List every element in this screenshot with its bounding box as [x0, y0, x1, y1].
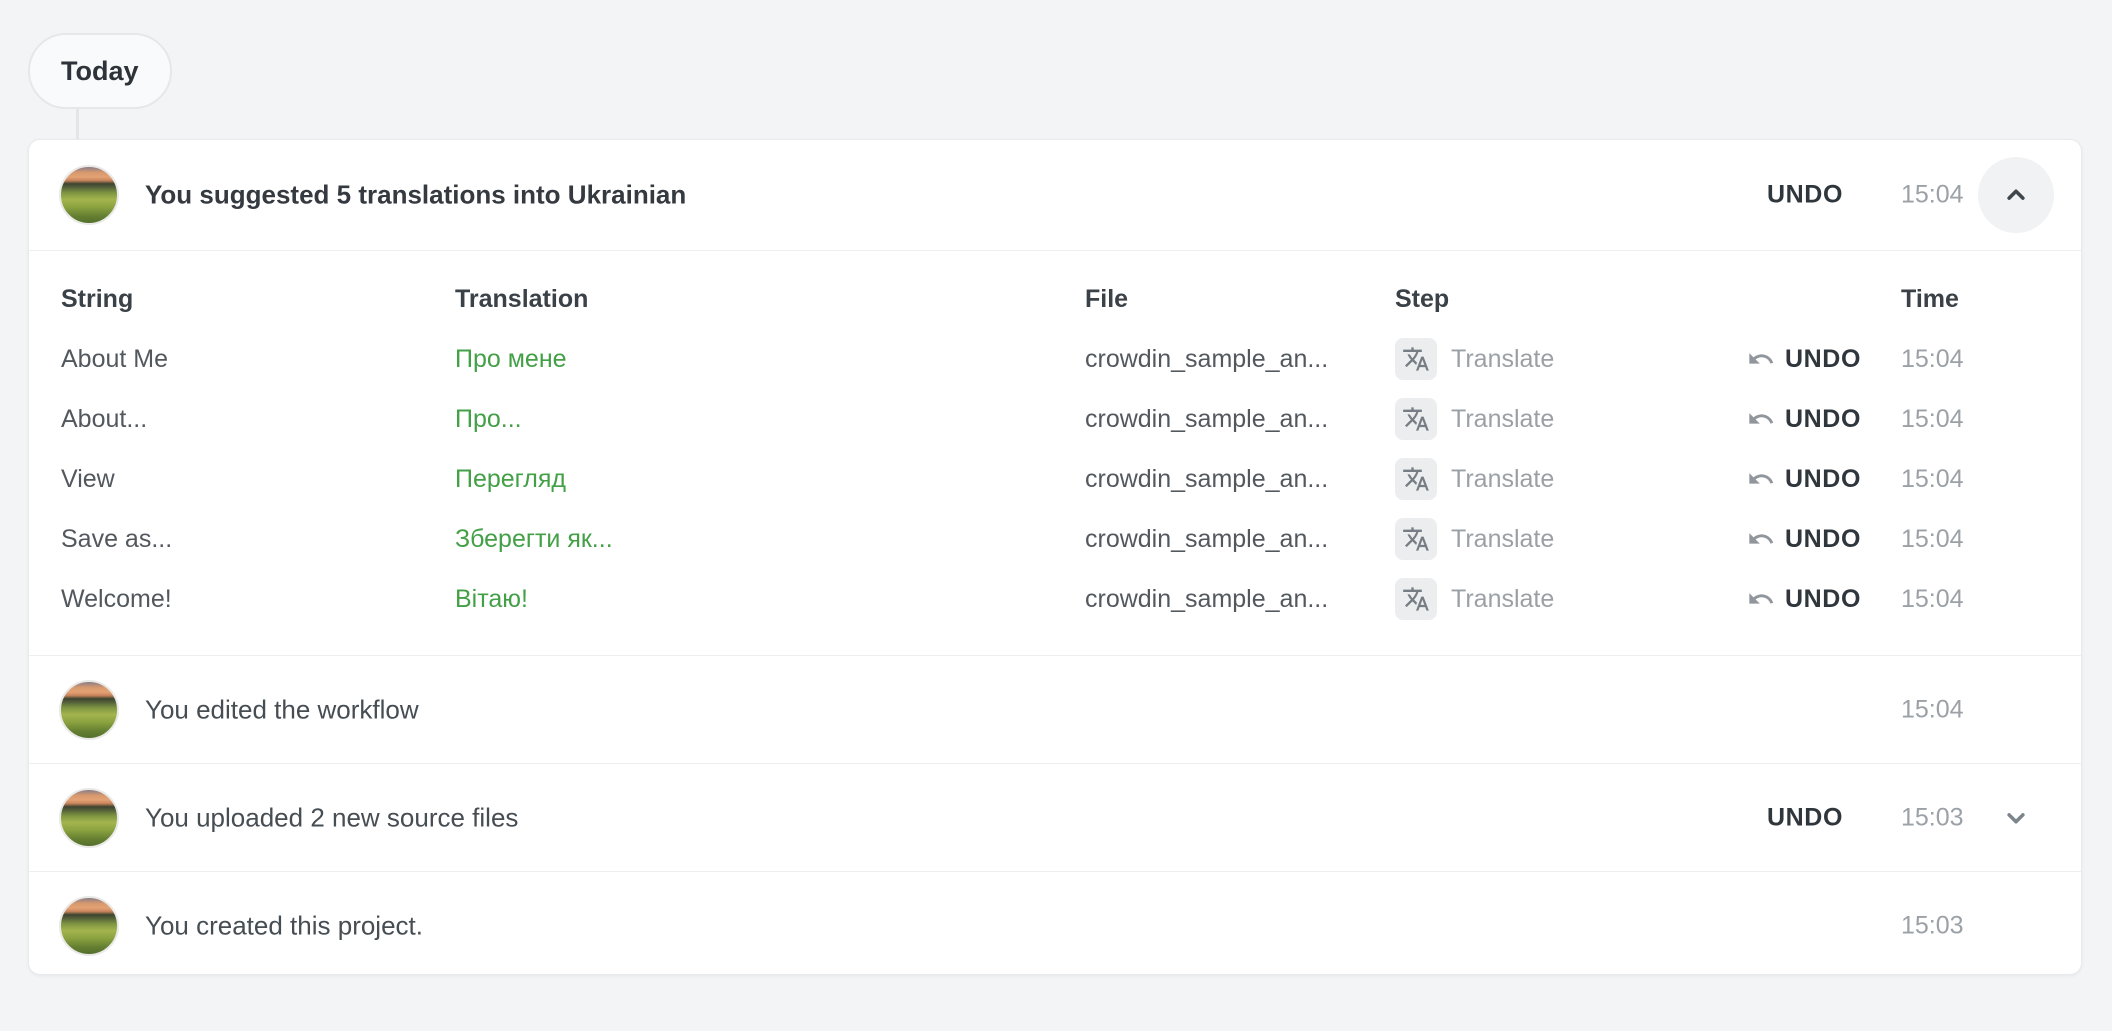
row-time: 15:04 — [1901, 465, 2081, 494]
chevron-down-icon — [2001, 803, 2031, 833]
row-undo-label: UNDO — [1785, 405, 1861, 434]
entry-time: 15:04 — [1901, 181, 1964, 210]
file-name: crowdin_sample_an... — [1085, 585, 1395, 614]
step-label: Translate — [1451, 525, 1554, 554]
entry-title: You created this project. — [145, 910, 423, 941]
step-label: Translate — [1451, 405, 1554, 434]
activity-entry-suggested-translations: You suggested 5 translations into Ukrain… — [29, 140, 2081, 250]
chevron-up-icon — [2001, 180, 2031, 210]
table-row: About... Про... crowdin_sample_an... Tra… — [29, 389, 2081, 449]
source-string: View — [61, 465, 455, 494]
row-undo-label: UNDO — [1785, 525, 1861, 554]
col-header-string: String — [61, 285, 455, 314]
file-name: crowdin_sample_an... — [1085, 465, 1395, 494]
step-label: Translate — [1451, 465, 1554, 494]
row-time: 15:04 — [1901, 345, 2081, 374]
row-undo-label: UNDO — [1785, 345, 1861, 374]
row-undo-button[interactable]: UNDO — [1747, 405, 1861, 434]
table-row: Welcome! Вітаю! crowdin_sample_an... Tra… — [29, 569, 2081, 629]
row-undo-button[interactable]: UNDO — [1747, 585, 1861, 614]
translate-step-icon — [1395, 578, 1437, 620]
entry-time: 15:03 — [1901, 803, 1964, 832]
undo-arrow-icon — [1747, 525, 1775, 553]
translations-table: String Translation File Step Time About … — [29, 250, 2081, 655]
avatar — [59, 680, 119, 740]
translate-step-icon — [1395, 458, 1437, 500]
step-label: Translate — [1451, 585, 1554, 614]
row-time: 15:04 — [1901, 405, 2081, 434]
row-undo-button[interactable]: UNDO — [1747, 465, 1861, 494]
entry-title: You edited the workflow — [145, 694, 419, 725]
table-row: About Me Про мене crowdin_sample_an... T… — [29, 329, 2081, 389]
source-string: Welcome! — [61, 585, 455, 614]
activity-entry-uploaded-files: You uploaded 2 new source files UNDO 15:… — [29, 763, 2081, 871]
undo-arrow-icon — [1747, 405, 1775, 433]
activity-card: You suggested 5 translations into Ukrain… — [28, 139, 2082, 975]
file-name: crowdin_sample_an... — [1085, 345, 1395, 374]
translation-link[interactable]: Перегляд — [455, 465, 1085, 494]
undo-arrow-icon — [1747, 585, 1775, 613]
entry-title: You suggested 5 translations into Ukrain… — [145, 180, 686, 211]
entry-time: 15:03 — [1901, 911, 1964, 940]
collapse-button[interactable] — [1978, 157, 2054, 233]
row-undo-label: UNDO — [1785, 585, 1861, 614]
source-string: About... — [61, 405, 455, 434]
table-header-row: String Translation File Step Time — [29, 269, 2081, 329]
translate-step-icon — [1395, 518, 1437, 560]
translation-link[interactable]: Вітаю! — [455, 585, 1085, 614]
row-undo-button[interactable]: UNDO — [1747, 345, 1861, 374]
timeline-connector — [76, 106, 79, 142]
translate-step-icon — [1395, 398, 1437, 440]
row-time: 15:04 — [1901, 525, 2081, 554]
undo-arrow-icon — [1747, 465, 1775, 493]
activity-entry-created-project: You created this project. 15:03 — [29, 871, 2081, 979]
expand-button[interactable] — [1978, 780, 2054, 856]
col-header-file: File — [1085, 285, 1395, 314]
undo-arrow-icon — [1747, 345, 1775, 373]
date-badge-label: Today — [61, 56, 139, 87]
avatar — [59, 896, 119, 956]
avatar — [59, 788, 119, 848]
row-undo-label: UNDO — [1785, 465, 1861, 494]
row-time: 15:04 — [1901, 585, 2081, 614]
activity-entry-edited-workflow: You edited the workflow 15:04 — [29, 655, 2081, 763]
translation-link[interactable]: Про... — [455, 405, 1085, 434]
translate-step-icon — [1395, 338, 1437, 380]
date-badge: Today — [28, 33, 172, 109]
translation-link[interactable]: Про мене — [455, 345, 1085, 374]
undo-button[interactable]: UNDO — [1767, 181, 1843, 210]
table-row: View Перегляд crowdin_sample_an... Trans… — [29, 449, 2081, 509]
step-label: Translate — [1451, 345, 1554, 374]
col-header-time: Time — [1901, 285, 2081, 314]
entry-time: 15:04 — [1901, 695, 1964, 724]
avatar — [59, 165, 119, 225]
row-undo-button[interactable]: UNDO — [1747, 525, 1861, 554]
col-header-step: Step — [1395, 285, 1732, 314]
source-string: Save as... — [61, 525, 455, 554]
table-row: Save as... Зберегти як... crowdin_sample… — [29, 509, 2081, 569]
file-name: crowdin_sample_an... — [1085, 525, 1395, 554]
source-string: About Me — [61, 345, 455, 374]
file-name: crowdin_sample_an... — [1085, 405, 1395, 434]
col-header-translation: Translation — [455, 285, 1085, 314]
entry-title: You uploaded 2 new source files — [145, 802, 518, 833]
undo-button[interactable]: UNDO — [1767, 803, 1843, 832]
translation-link[interactable]: Зберегти як... — [455, 525, 1085, 554]
